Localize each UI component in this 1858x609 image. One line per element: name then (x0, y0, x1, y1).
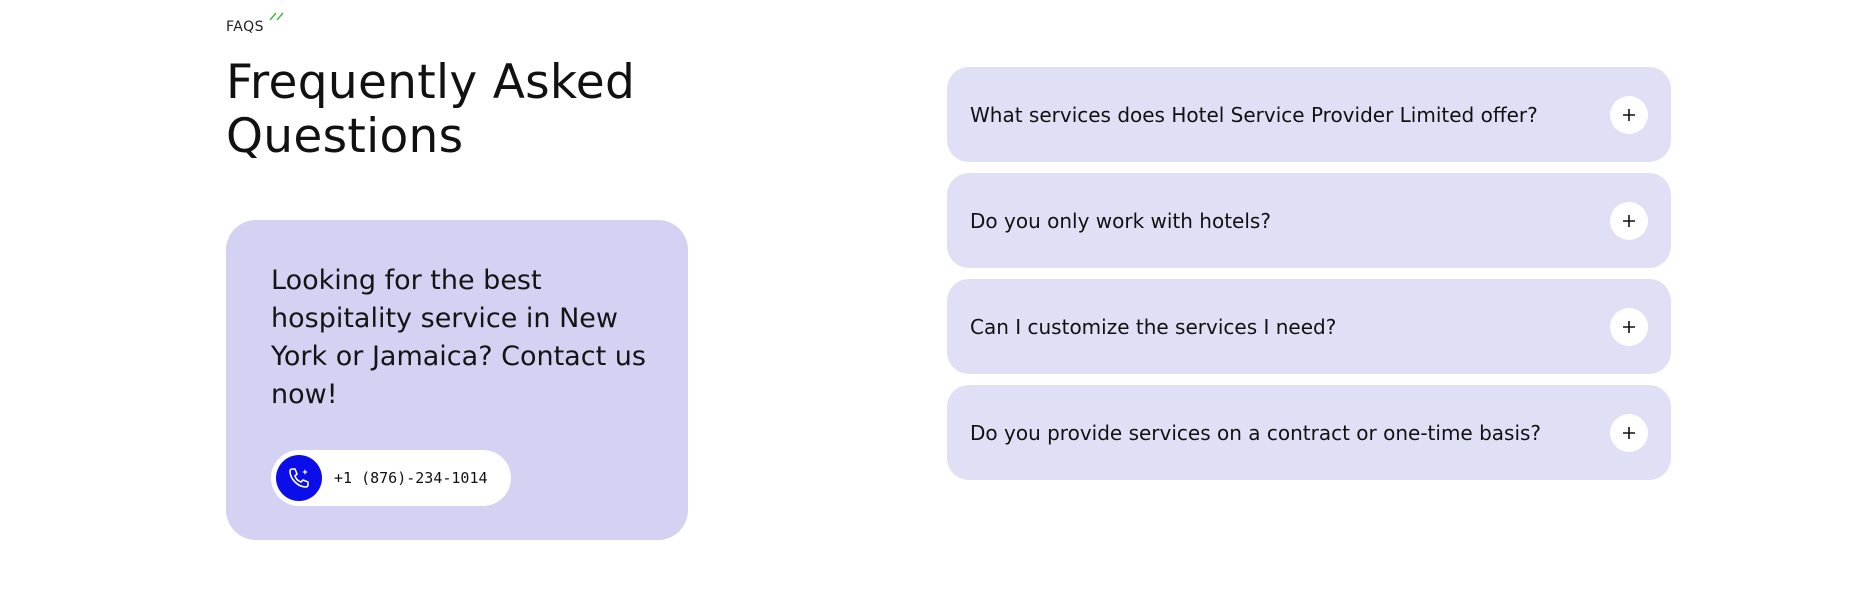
eyebrow-label: FAQS (226, 19, 265, 35)
faq-item[interactable]: Can I customize the services I need? (947, 279, 1671, 374)
contact-text: Looking for the best hospitality service… (271, 265, 646, 410)
faq-item[interactable]: What services does Hotel Service Provide… (947, 67, 1671, 162)
phone-number: +1 (876)-234-1014 (334, 469, 488, 487)
title-line-1: Frequently Asked (226, 55, 636, 110)
plus-icon[interactable] (1610, 95, 1648, 134)
phone-icon (276, 455, 322, 501)
contact-card: Looking for the best hospitality service… (226, 220, 688, 540)
faq-list: What services does Hotel Service Provide… (947, 67, 1671, 491)
faq-question: What services does Hotel Service Provide… (970, 102, 1538, 127)
plus-icon[interactable] (1610, 307, 1648, 346)
plus-icon[interactable] (1610, 413, 1648, 452)
faq-question: Do you provide services on a contract or… (970, 420, 1542, 445)
plus-icon[interactable] (1610, 201, 1648, 240)
faq-section: FAQS Frequently Asked Questions Looking … (0, 0, 1858, 609)
faq-item[interactable]: Do you provide services on a contract or… (947, 385, 1671, 480)
page-title: Frequently Asked Questions (226, 56, 635, 164)
phone-button[interactable]: +1 (876)-234-1014 (271, 450, 511, 506)
accent-marks-icon (269, 12, 284, 21)
faq-question: Can I customize the services I need? (970, 314, 1337, 339)
faq-question: Do you only work with hotels? (970, 208, 1271, 233)
section-eyebrow: FAQS (226, 12, 286, 35)
title-line-2: Questions (226, 109, 464, 164)
faq-item[interactable]: Do you only work with hotels? (947, 173, 1671, 268)
